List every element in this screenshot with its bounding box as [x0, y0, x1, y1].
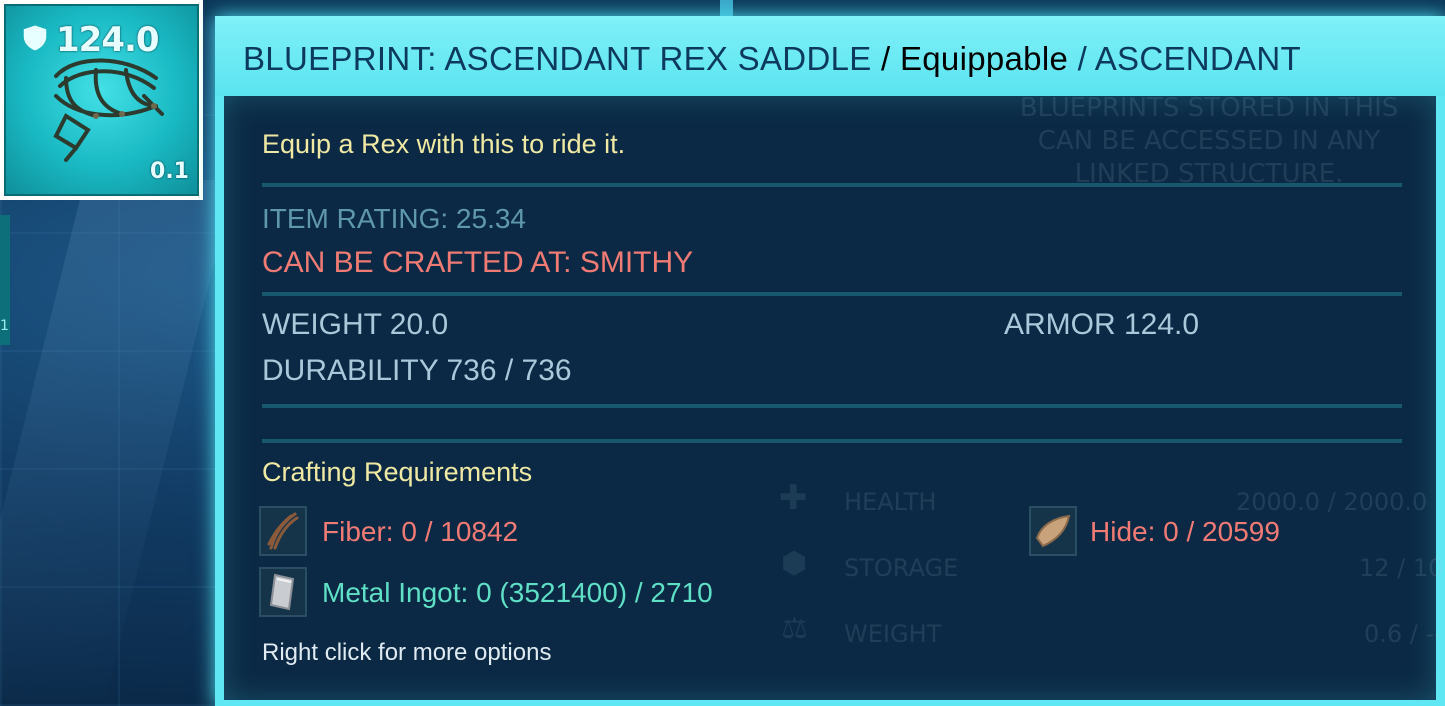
- item-durability: DURABILITY 736 / 736: [262, 354, 572, 387]
- background-top-bar-left: [205, 0, 720, 16]
- item-description: Equip a Rex with this to ride it.: [262, 129, 626, 159]
- item-armor: ARMOR 124.0: [1004, 308, 1200, 341]
- fiber-icon: [259, 506, 307, 556]
- ghost-notice-line: CAN BE ACCESSED IN ANY: [1037, 126, 1381, 156]
- crafting-requirements-title: Crafting Requirements: [262, 457, 533, 487]
- slot-armor-value: 124.0: [56, 20, 160, 60]
- hide-icon: [1029, 506, 1077, 556]
- crafted-at: CAN BE CRAFTED AT: SMITHY: [262, 246, 694, 279]
- slot-edge-label: 1: [0, 318, 9, 334]
- item-tooltip: BLUEPRINT: ASCENDANT REX SADDLE / Equipp…: [215, 16, 1445, 706]
- ghost-health-label: HEALTH: [844, 488, 937, 516]
- tooltip-title: BLUEPRINT: ASCENDANT REX SADDLE / Equipp…: [243, 40, 1301, 78]
- ghost-storage-label: STORAGE: [844, 554, 959, 582]
- background-top-divider: [720, 0, 733, 16]
- item-name: BLUEPRINT: ASCENDANT REX SADDLE: [243, 40, 872, 77]
- background-top-bar-right: [733, 0, 1445, 16]
- ghost-weight-label: WEIGHT: [844, 620, 942, 648]
- right-click-hint: Right click for more options: [262, 639, 552, 666]
- requirement-fiber: Fiber: 0 / 10842: [322, 516, 519, 547]
- health-icon: ✚: [779, 478, 808, 518]
- item-rating: ITEM RATING: 25.34: [262, 203, 526, 234]
- requirement-metal-ingot: Metal Ingot: 0 (3521400) / 2710: [322, 577, 713, 608]
- item-quality: ASCENDANT: [1094, 40, 1301, 77]
- ghost-notice-line: BLUEPRINTS STORED IN THIS: [1019, 93, 1399, 123]
- rex-saddle-icon: [53, 58, 164, 162]
- ghost-storage-value: 12 / 100: [1359, 554, 1445, 582]
- requirement-hide: Hide: 0 / 20599: [1090, 516, 1280, 547]
- ghost-weight-value: 0.6 / --: [1364, 620, 1443, 648]
- divider: [262, 404, 1402, 408]
- divider: [262, 439, 1402, 443]
- weight-icon: ⚖: [781, 611, 808, 646]
- metal-ingot-icon: [259, 567, 307, 617]
- title-separator: /: [871, 40, 900, 77]
- title-separator: /: [1068, 40, 1095, 77]
- tooltip-body: BLUEPRINTS STORED IN THIS CAN BE ACCESSE…: [224, 93, 1445, 700]
- divider: [262, 292, 1402, 296]
- ghost-notice: BLUEPRINTS STORED IN THIS CAN BE ACCESSE…: [949, 92, 1445, 191]
- divider: [262, 183, 1402, 187]
- tooltip-header: BLUEPRINT: ASCENDANT REX SADDLE / Equipp…: [215, 16, 1445, 96]
- inventory-slot-selected[interactable]: 124.0 0.1: [0, 0, 203, 200]
- inventory-slot-item[interactable]: 124.0 0.1: [4, 4, 199, 196]
- armor-shield-icon: [23, 25, 47, 51]
- ghost-health-value: 2000.0 / 2000.0: [1236, 488, 1428, 516]
- storage-icon: ⬢: [781, 546, 808, 581]
- slot-item-weight: 0.1: [150, 159, 189, 184]
- item-type: Equippable: [899, 40, 1069, 77]
- item-weight: WEIGHT 20.0: [262, 308, 449, 341]
